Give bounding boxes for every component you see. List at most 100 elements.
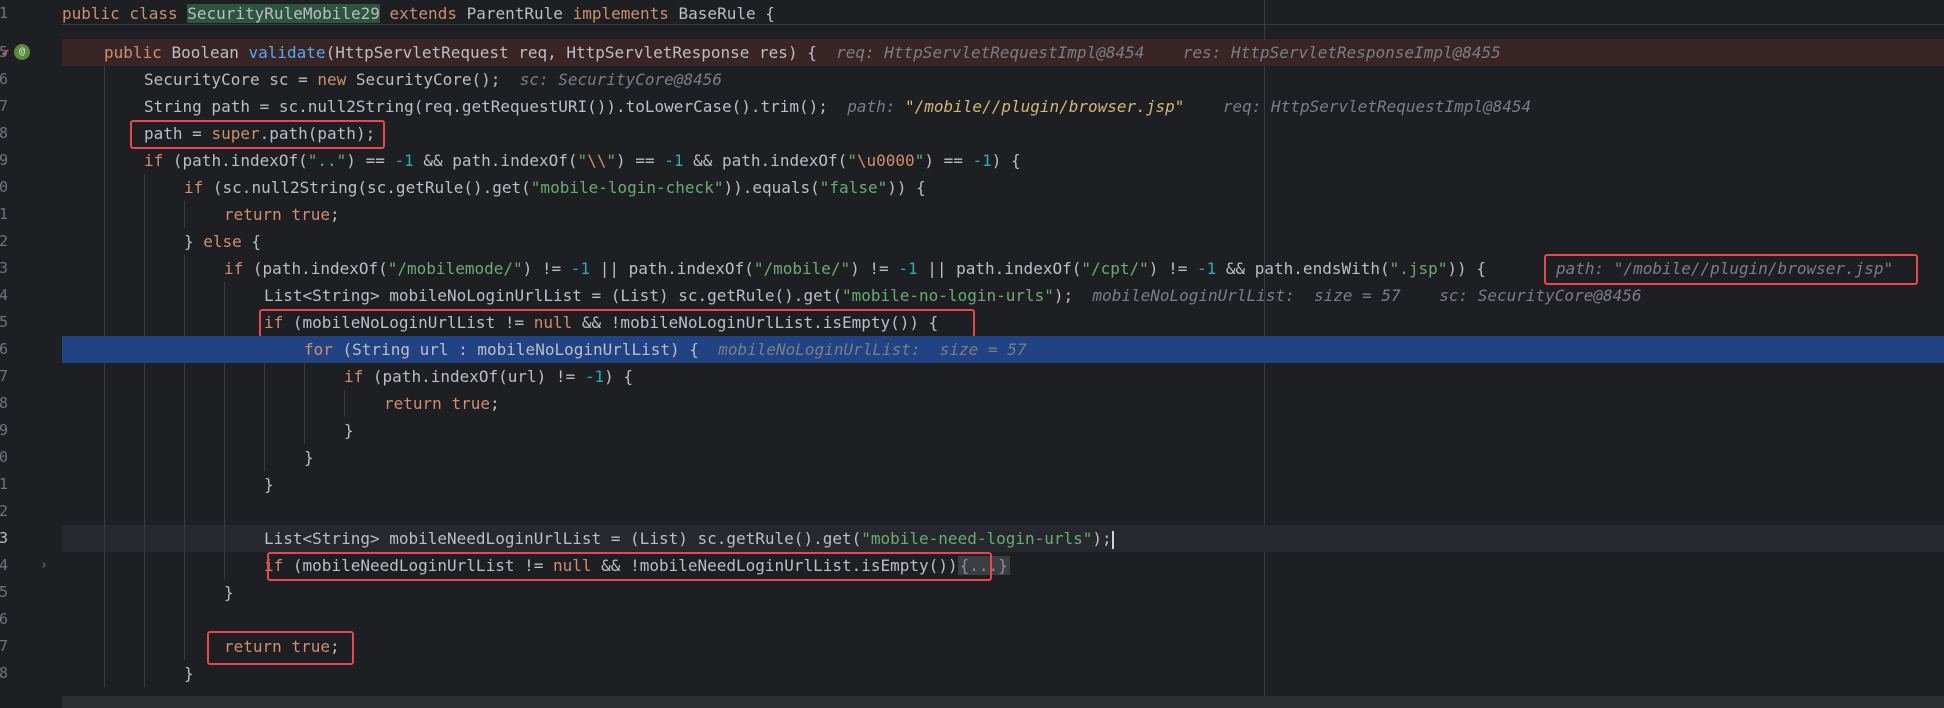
- line-number: 8: [0, 394, 8, 412]
- indent-guide: [224, 444, 225, 471]
- indent-guide: [304, 363, 305, 390]
- code-line[interactable]: 8 }: [0, 660, 1944, 687]
- code-line-current-execution[interactable]: 6 for (String url : mobileNoLoginUrlList…: [0, 336, 1944, 363]
- keyword: extends: [379, 4, 467, 23]
- indent-guide: [224, 498, 225, 525]
- code-line[interactable]: 1 public class SecurityRuleMobile29 exte…: [0, 0, 1944, 27]
- line-code[interactable]: }: [344, 417, 354, 444]
- keyword: public class: [62, 4, 188, 23]
- horizontal-scrollbar[interactable]: [62, 696, 1944, 708]
- indent-guide: [184, 633, 185, 660]
- indent-guide: [184, 552, 185, 579]
- line-code[interactable]: if (path.indexOf("/mobilemode/") != -1 |…: [224, 255, 1486, 282]
- indent-guide: [144, 363, 145, 390]
- indent-guide: [144, 201, 145, 228]
- string: ".jsp": [1389, 259, 1448, 278]
- execution-point-icon[interactable]: @: [14, 44, 30, 60]
- indent-guide: [104, 120, 105, 147]
- code-line[interactable]: 1 return true;: [0, 201, 1944, 228]
- code-line[interactable]: 7 String path = sc.null2String(req.getRe…: [0, 93, 1944, 120]
- class-name: SecurityRuleMobile29: [187, 4, 380, 23]
- indent-guide: [264, 417, 265, 444]
- indent-guide: [224, 525, 225, 552]
- string: ": [577, 151, 588, 170]
- line-code[interactable]: SecurityCore sc = new SecurityCore(); sc…: [144, 66, 722, 93]
- line-code[interactable]: if (path.indexOf(url) != -1) {: [344, 363, 633, 390]
- line-code[interactable]: }: [224, 579, 234, 606]
- code-text: (path.indexOf(url) !=: [372, 367, 585, 386]
- code-text: }: [184, 664, 194, 683]
- code-line[interactable]: 6 SecurityCore sc = new SecurityCore(); …: [0, 66, 1944, 93]
- line-code[interactable]: List<String> mobileNeedLoginUrlList = (L…: [264, 525, 1114, 552]
- indent-guide: [104, 633, 105, 660]
- code-line[interactable]: 0 }: [0, 444, 1944, 471]
- indent-guide: [184, 444, 185, 471]
- code-line[interactable]: 7 if (path.indexOf(url) != -1) {: [0, 363, 1944, 390]
- code-line-breakpoint[interactable]: 5 ✔ @ public Boolean validate(HttpServle…: [0, 39, 1944, 66]
- indent-guide: [144, 633, 145, 660]
- line-code[interactable]: } else {: [184, 228, 261, 255]
- code-line[interactable]: 6: [0, 606, 1944, 633]
- line-code[interactable]: public Boolean validate(HttpServletReque…: [104, 39, 1501, 66]
- code-text: ) {: [604, 367, 633, 386]
- indent-guide: [144, 282, 145, 309]
- code-line[interactable]: 5 }: [0, 579, 1944, 606]
- number: -1: [664, 151, 684, 170]
- line-number: 6: [0, 610, 8, 628]
- code-text: )) {: [887, 178, 926, 197]
- line-code[interactable]: return true;: [384, 390, 500, 417]
- code-editor[interactable]: 1 public class SecurityRuleMobile29 exte…: [0, 0, 1944, 708]
- line-code[interactable]: List<String> mobileNoLoginUrlList = (Lis…: [264, 282, 1642, 309]
- text-caret: [1111, 530, 1114, 549]
- code-line[interactable]: 9 }: [0, 417, 1944, 444]
- code-text: );: [1053, 286, 1074, 305]
- line-code[interactable]: public class SecurityRuleMobile29 extend…: [62, 0, 775, 27]
- line-code[interactable]: if (path.indexOf("..") == -1 && path.ind…: [144, 147, 1021, 174]
- string: "mobile-login-check": [530, 178, 724, 197]
- code-text: }: [344, 421, 354, 440]
- parent-class: ParentRule: [466, 4, 573, 23]
- line-number: 1: [0, 475, 8, 493]
- line-code[interactable]: }: [184, 660, 194, 687]
- indent-guide: [104, 309, 105, 336]
- code-text: }: [304, 448, 314, 467]
- fold-expand-icon[interactable]: ›: [40, 552, 48, 579]
- line-code[interactable]: if (sc.null2String(sc.getRule().get("mob…: [184, 174, 926, 201]
- code-text: || path.indexOf(: [917, 259, 1082, 278]
- line-code[interactable]: }: [264, 471, 274, 498]
- code-line[interactable]: 8 return true;: [0, 390, 1944, 417]
- line-number: 1: [0, 4, 8, 22]
- string: ": [914, 151, 925, 170]
- line-code[interactable]: for (String url : mobileNoLoginUrlList) …: [304, 336, 1026, 363]
- indent-guide: [104, 444, 105, 471]
- number: -1: [584, 367, 605, 386]
- indent-guide: [144, 552, 145, 579]
- indent-guide: [224, 471, 225, 498]
- line-number: 7: [0, 637, 8, 655]
- line-code[interactable]: String path = sc.null2String(req.getRequ…: [144, 93, 1531, 120]
- code-text: (path.indexOf(: [172, 151, 308, 170]
- number: -1: [1196, 259, 1217, 278]
- code-line[interactable]: 9 if (path.indexOf("..") == -1 && path.i…: [0, 147, 1944, 174]
- indent-guide: [104, 66, 105, 93]
- code-line[interactable]: 0 if (sc.null2String(sc.getRule().get("m…: [0, 174, 1944, 201]
- keyword: if: [184, 178, 213, 197]
- code-text: && path.indexOf(: [413, 151, 578, 170]
- indent-guide: [264, 444, 265, 471]
- code-line[interactable]: 2: [0, 498, 1944, 525]
- code-line-caret[interactable]: 3 List<String> mobileNeedLoginUrlList = …: [0, 525, 1944, 552]
- line-number: 3: [0, 259, 8, 277]
- code-line[interactable]: 4 List<String> mobileNoLoginUrlList = (L…: [0, 282, 1944, 309]
- code-line[interactable]: 1 }: [0, 471, 1944, 498]
- inline-debug-hint: req: HttpServletRequestImpl@8454: [836, 43, 1145, 62]
- line-code[interactable]: }: [304, 444, 314, 471]
- string: "/mobilemode/": [387, 259, 523, 278]
- line-number: 4: [0, 556, 8, 574]
- indent-guide: [144, 390, 145, 417]
- code-text: );: [1092, 529, 1112, 548]
- keyword: return: [224, 205, 292, 224]
- line-code[interactable]: return true;: [224, 201, 340, 228]
- string: ": [606, 151, 617, 170]
- inline-debug-value: "/mobile//plugin/browser.jsp": [905, 97, 1185, 116]
- code-line[interactable]: 2 } else {: [0, 228, 1944, 255]
